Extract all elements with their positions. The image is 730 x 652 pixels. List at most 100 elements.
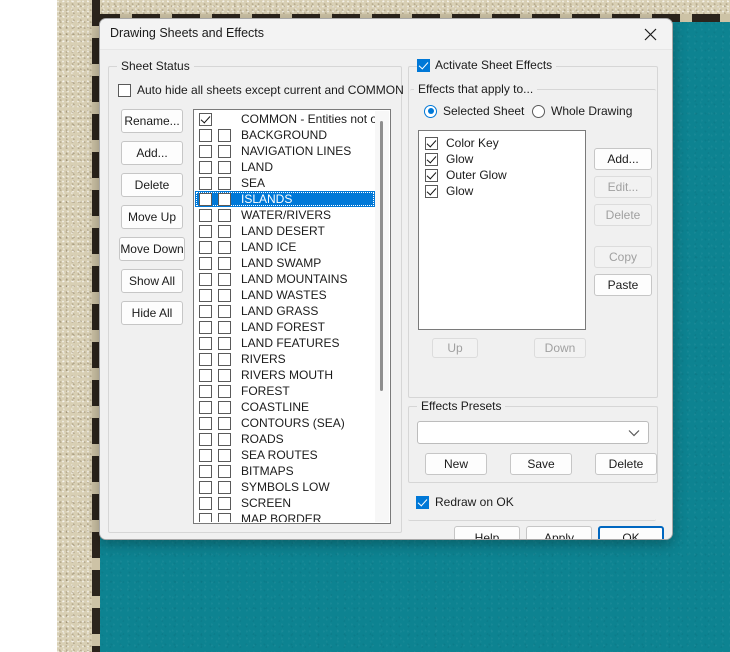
sheet-list[interactable]: COMMON - Entities not on BACKGROUND NAVIGA… <box>195 111 375 522</box>
sheet-visible-checkbox[interactable] <box>199 432 212 446</box>
ok-button[interactable]: OK <box>598 526 664 539</box>
sheet-visible-checkbox[interactable] <box>199 160 212 174</box>
sheet-effects-checkbox[interactable] <box>218 224 231 238</box>
sheet-list-item[interactable]: LAND <box>195 159 375 175</box>
effect-paste-button[interactable]: Paste <box>594 274 652 296</box>
effect-list-item[interactable]: Glow <box>419 151 585 167</box>
sheet-visible-checkbox[interactable] <box>199 352 212 366</box>
sheet-effects-checkbox[interactable] <box>218 336 231 350</box>
sheet-effects-checkbox[interactable] <box>218 272 231 286</box>
sheet-list-item[interactable]: LAND GRASS <box>195 303 375 319</box>
effect-add-button[interactable]: Add... <box>594 148 652 170</box>
sheet-visible-checkbox[interactable] <box>199 368 212 382</box>
effect-list-item[interactable]: Color Key <box>419 135 585 151</box>
sheet-list-item[interactable]: LAND SWAMP <box>195 255 375 271</box>
sheet-list-item[interactable]: ROADS <box>195 431 375 447</box>
sheet-listbox[interactable]: COMMON - Entities not on BACKGROUND NAVIGA… <box>193 109 391 524</box>
sheet-list-item[interactable]: SEA ROUTES <box>195 447 375 463</box>
sheet-list-item[interactable]: BACKGROUND <box>195 127 375 143</box>
sheet-visible-checkbox[interactable] <box>199 288 212 302</box>
sheet-visible-checkbox[interactable] <box>199 320 212 334</box>
effect-enabled-checkbox[interactable] <box>425 184 438 198</box>
sheet-effects-checkbox[interactable] <box>218 400 231 414</box>
sheet-effects-checkbox[interactable] <box>218 128 231 142</box>
sheet-effects-checkbox[interactable] <box>218 288 231 302</box>
radio-selected-sheet[interactable]: Selected Sheet <box>424 104 524 118</box>
sheet-list-scroll-thumb[interactable] <box>380 121 383 391</box>
effects-preset-combobox[interactable] <box>417 421 649 444</box>
sheet-list-item[interactable]: MAP BORDER <box>195 511 375 522</box>
move-up-button[interactable]: Move Up <box>121 205 183 229</box>
sheet-list-item[interactable]: LAND WASTES <box>195 287 375 303</box>
effects-listbox[interactable]: Color Key Glow Outer Glow Glow <box>418 130 586 330</box>
sheet-visible-checkbox[interactable] <box>199 224 212 238</box>
sheet-effects-checkbox[interactable] <box>218 320 231 334</box>
delete-sheet-button[interactable]: Delete <box>121 173 183 197</box>
sheet-list-item[interactable]: LAND FOREST <box>195 319 375 335</box>
sheet-visible-checkbox[interactable] <box>199 496 212 510</box>
preset-delete-button[interactable]: Delete <box>595 453 657 475</box>
sheet-effects-checkbox[interactable] <box>218 208 231 222</box>
close-icon[interactable] <box>628 19 672 49</box>
sheet-list-item[interactable]: LAND FEATURES <box>195 335 375 351</box>
sheet-visible-checkbox[interactable] <box>199 144 212 158</box>
sheet-effects-checkbox[interactable] <box>218 512 231 522</box>
effect-up-button[interactable]: Up <box>432 338 478 358</box>
sheet-effects-checkbox[interactable] <box>218 480 231 494</box>
sheet-list-item[interactable]: RIVERS <box>195 351 375 367</box>
sheet-visible-checkbox[interactable] <box>199 336 212 350</box>
sheet-visible-checkbox[interactable] <box>199 416 212 430</box>
preset-new-button[interactable]: New <box>425 453 487 475</box>
effect-enabled-checkbox[interactable] <box>425 136 438 150</box>
sheet-effects-checkbox[interactable] <box>218 384 231 398</box>
effect-list-item[interactable]: Outer Glow <box>419 167 585 183</box>
redraw-on-ok-checkbox[interactable]: Redraw on OK <box>416 495 514 509</box>
sheet-visible-checkbox[interactable] <box>199 240 212 254</box>
sheet-effects-checkbox[interactable] <box>218 176 231 190</box>
radio-whole-drawing[interactable]: Whole Drawing <box>532 104 632 118</box>
sheet-visible-checkbox[interactable] <box>199 384 212 398</box>
effect-enabled-checkbox[interactable] <box>425 168 438 182</box>
effect-delete-button[interactable]: Delete <box>594 204 652 226</box>
rename-button[interactable]: Rename... <box>121 109 183 133</box>
sheet-list-item[interactable]: LAND ICE <box>195 239 375 255</box>
sheet-list-item[interactable]: BITMAPS <box>195 463 375 479</box>
sheet-effects-checkbox[interactable] <box>218 192 231 206</box>
sheet-list-item[interactable]: SEA <box>195 175 375 191</box>
sheet-effects-checkbox[interactable] <box>218 368 231 382</box>
sheet-visible-checkbox[interactable] <box>199 480 212 494</box>
sheet-visible-checkbox[interactable] <box>199 304 212 318</box>
sheet-visible-checkbox[interactable] <box>199 192 212 206</box>
sheet-visible-checkbox[interactable] <box>199 512 212 522</box>
sheet-list-scrollbar[interactable] <box>375 111 389 522</box>
help-button[interactable]: Help <box>454 526 520 539</box>
sheet-visible-checkbox[interactable] <box>199 464 212 478</box>
sheet-list-item[interactable]: LAND MOUNTAINS <box>195 271 375 287</box>
sheet-list-item[interactable]: FOREST <box>195 383 375 399</box>
add-sheet-button[interactable]: Add... <box>121 141 183 165</box>
sheet-visible-checkbox[interactable] <box>199 256 212 270</box>
effect-edit-button[interactable]: Edit... <box>594 176 652 198</box>
effect-down-button[interactable]: Down <box>534 338 586 358</box>
activate-sheet-effects-checkbox[interactable]: Activate Sheet Effects <box>417 58 557 72</box>
sheet-visible-checkbox[interactable] <box>199 176 212 190</box>
sheet-effects-checkbox[interactable] <box>218 256 231 270</box>
effect-list-item[interactable]: Glow <box>419 183 585 199</box>
sheet-visible-checkbox[interactable] <box>199 208 212 222</box>
sheet-visible-checkbox[interactable] <box>199 128 212 142</box>
apply-button[interactable]: Apply <box>526 526 592 539</box>
sheet-list-item[interactable]: CONTOURS (SEA) <box>195 415 375 431</box>
sheet-effects-checkbox[interactable] <box>218 144 231 158</box>
sheet-list-item[interactable]: NAVIGATION LINES <box>195 143 375 159</box>
sheet-effects-checkbox[interactable] <box>218 432 231 446</box>
sheet-effects-checkbox[interactable] <box>218 448 231 462</box>
hide-all-button[interactable]: Hide All <box>121 301 183 325</box>
sheet-visible-checkbox[interactable] <box>199 400 212 414</box>
sheet-list-item[interactable]: SYMBOLS LOW <box>195 479 375 495</box>
sheet-list-item[interactable]: LAND DESERT <box>195 223 375 239</box>
move-down-button[interactable]: Move Down <box>119 237 185 261</box>
sheet-effects-checkbox[interactable] <box>218 416 231 430</box>
auto-hide-checkbox[interactable]: Auto hide all sheets except current and … <box>118 83 404 97</box>
sheet-visible-checkbox[interactable] <box>199 272 212 286</box>
sheet-list-item[interactable]: COMMON - Entities not on <box>195 111 375 127</box>
